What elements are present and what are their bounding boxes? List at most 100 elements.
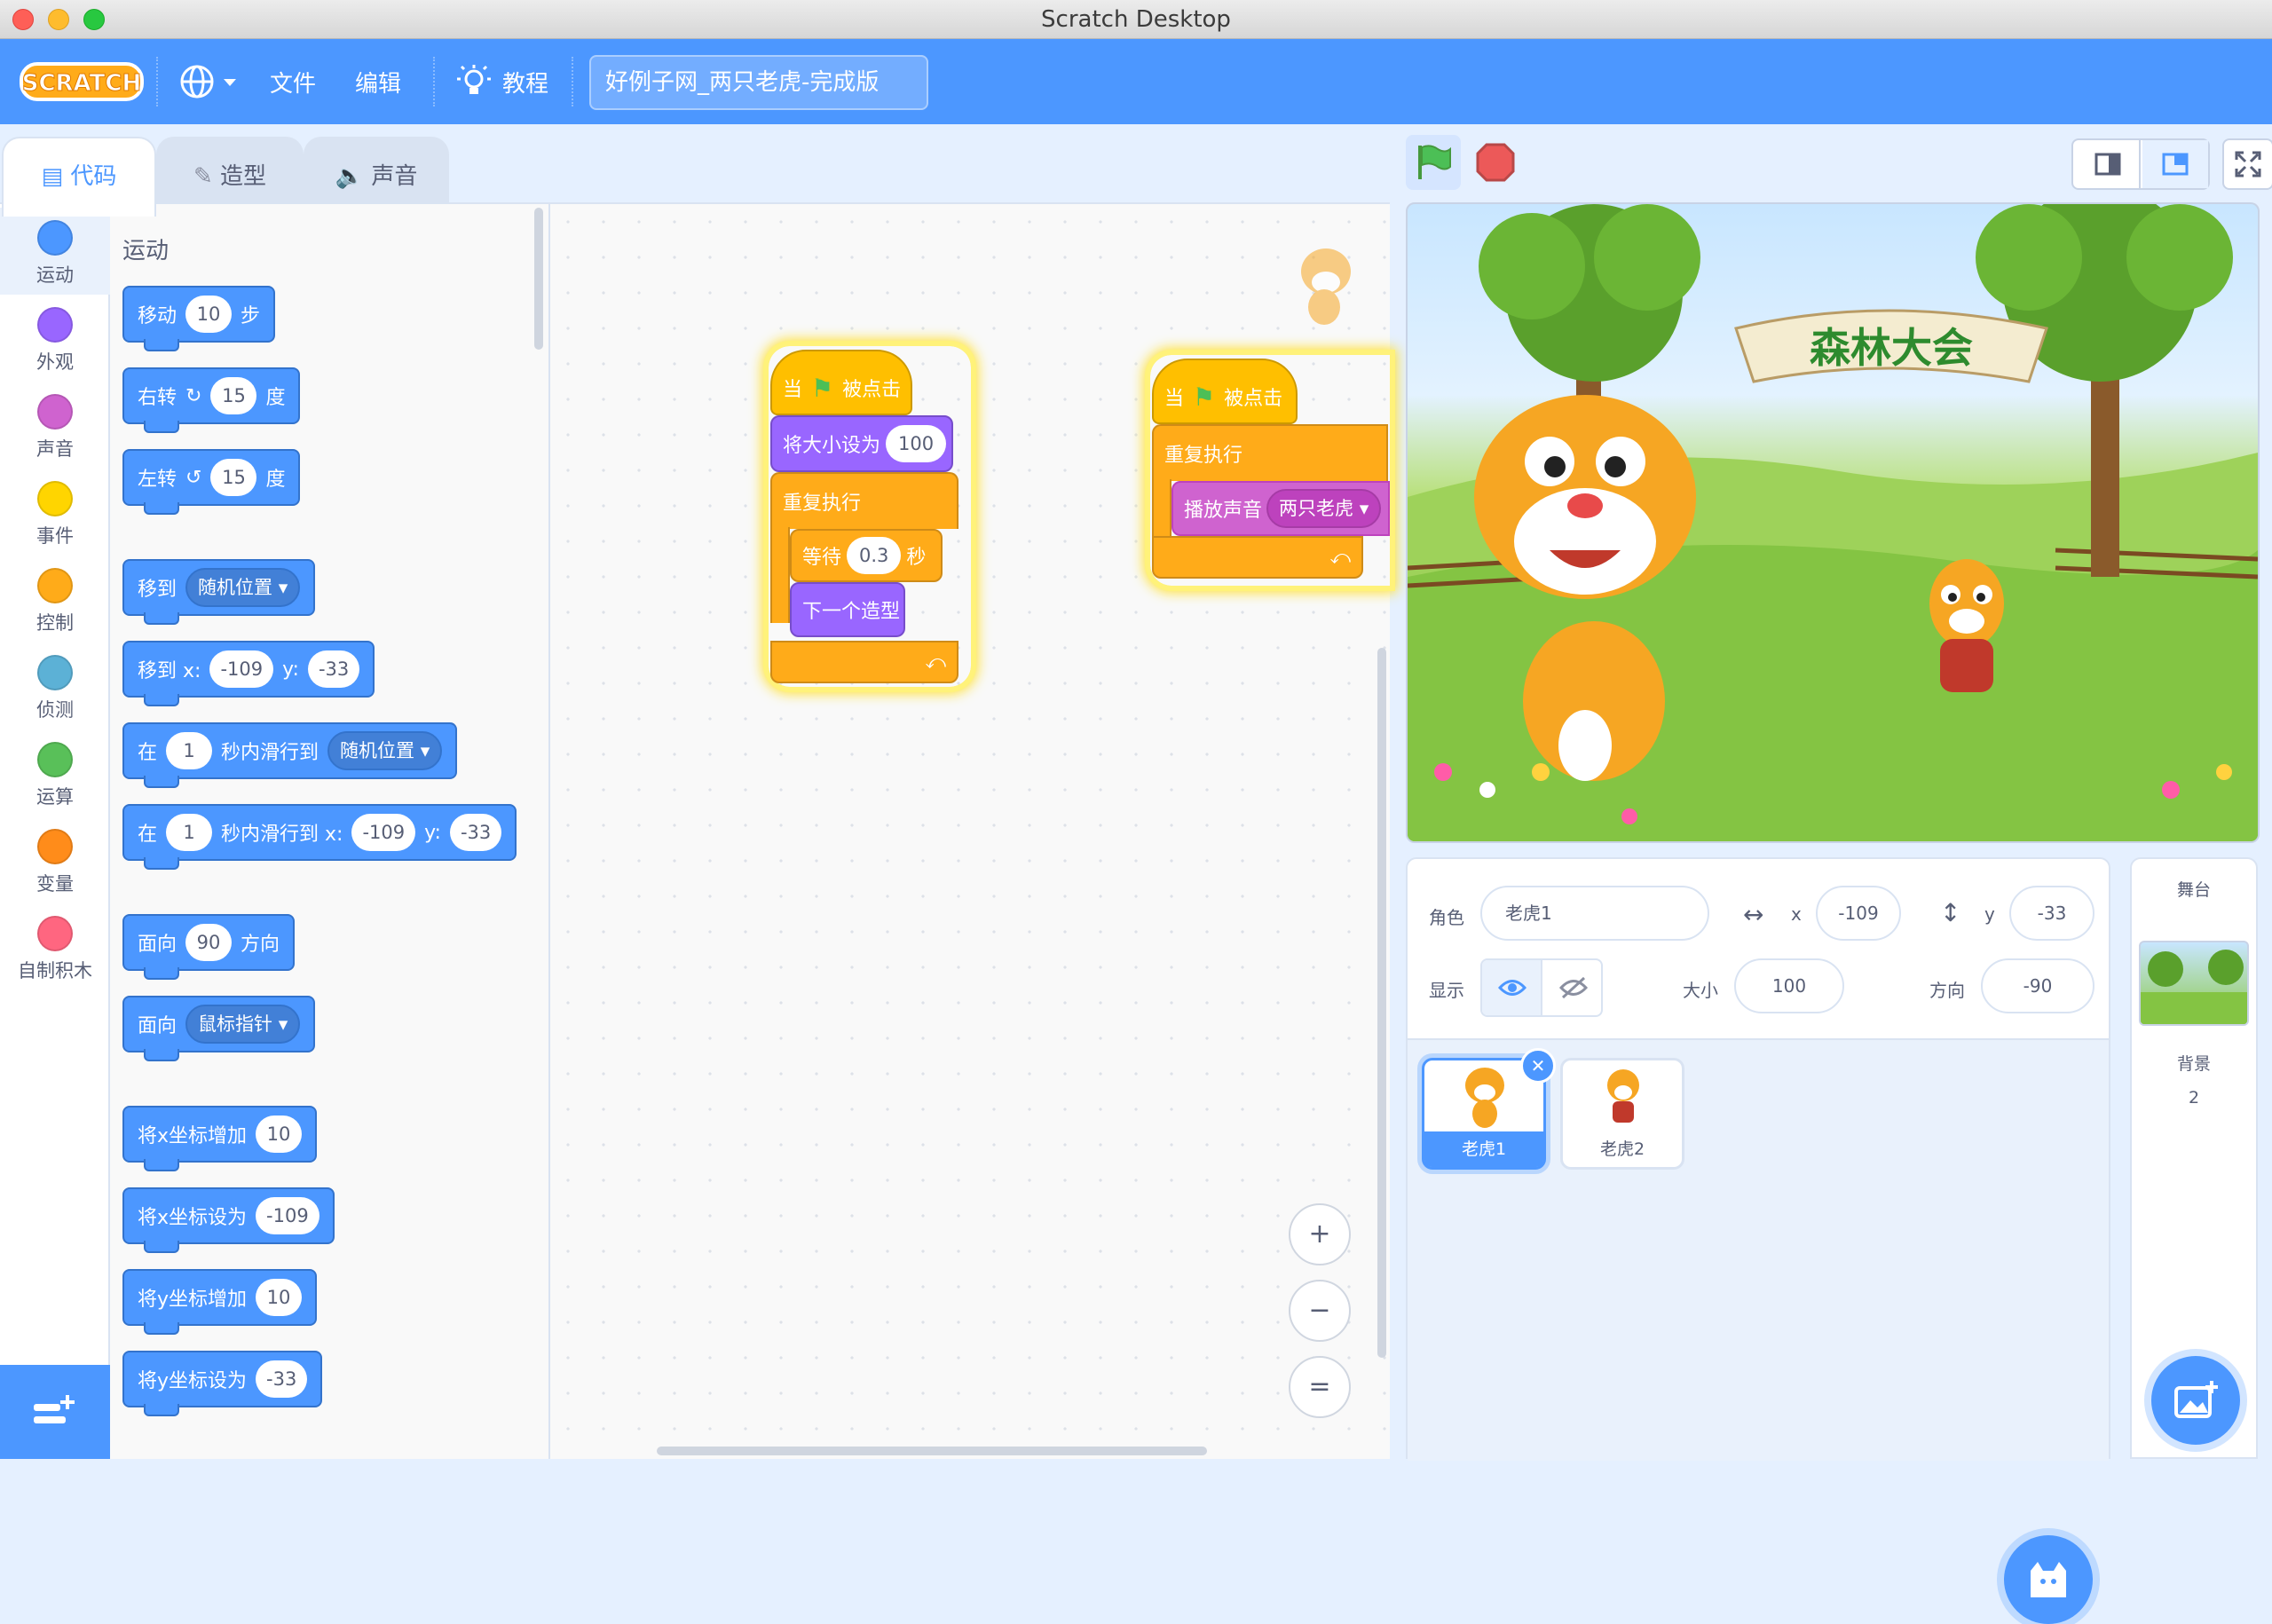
direction-input[interactable]: 90 (185, 924, 233, 961)
block-text: 面向 (138, 934, 178, 956)
script1-next-costume[interactable]: 下一个造型 (790, 582, 905, 637)
sprite-name: 老虎1 (1424, 1131, 1543, 1167)
script1-when-flag-clicked[interactable]: 当 ⚑ 被点击 (770, 350, 912, 415)
script1-wait[interactable]: 等待 0.3 秒 (790, 529, 943, 582)
scratch-logo[interactable]: SCRATCH (20, 60, 144, 103)
category-looks[interactable]: 外观 (0, 295, 110, 382)
hide-sprite-button[interactable] (1544, 960, 1603, 1015)
dx-input[interactable]: 10 (256, 1116, 303, 1153)
lightbulb-icon[interactable] (456, 64, 492, 99)
backdrop-count: 2 (2188, 1088, 2200, 1108)
category-events[interactable]: 事件 (0, 469, 110, 556)
category-my-blocks[interactable]: 自制积木 (0, 903, 110, 990)
category-operators[interactable]: 运算 (0, 729, 110, 816)
x-input[interactable]: -109 (256, 1197, 320, 1234)
y-input[interactable]: -33 (2009, 886, 2094, 941)
add-extension-button[interactable] (0, 1365, 110, 1459)
script1-set-size[interactable]: 将大小设为 100 (770, 415, 953, 472)
block-point-direction[interactable]: 面向 90 方向 (122, 914, 296, 980)
direction-input[interactable]: -90 (1981, 958, 2094, 1013)
degrees-input[interactable]: 15 (210, 459, 257, 496)
sprite-name-input[interactable]: 老虎1 (1480, 886, 1709, 941)
seconds-input[interactable]: 1 (166, 732, 213, 769)
point-target-dropdown[interactable]: 鼠标指针 (185, 1005, 301, 1044)
sprite-tile-tiger1[interactable]: 老虎1 ✕ (1422, 1048, 1556, 1170)
size-input[interactable]: 100 (1734, 958, 1844, 1013)
y-input[interactable]: -33 (256, 1360, 308, 1398)
block-point-towards[interactable]: 面向 鼠标指针 (122, 996, 316, 1061)
steps-input[interactable]: 10 (185, 296, 233, 333)
script2-forever[interactable]: 重复执行 (1152, 424, 1388, 481)
zoom-in-button[interactable]: + (1289, 1203, 1351, 1265)
sprite-tile-tiger2[interactable]: 老虎2 (1560, 1058, 1684, 1170)
block-goto-xy[interactable]: 移到 x: -109 y: -33 (122, 641, 375, 706)
code-workspace[interactable]: 当 ⚑ 被点击 将大小设为 100 重复执行 等待 0.3 秒 下一个造型 ⤺ … (550, 202, 1390, 1459)
show-sprite-button[interactable] (1482, 960, 1542, 1015)
small-stage-button[interactable] (2073, 140, 2141, 188)
zoom-out-button[interactable]: − (1289, 1280, 1351, 1342)
x-input[interactable]: -109 (1816, 886, 1901, 941)
file-menu[interactable]: 文件 (270, 66, 316, 99)
green-flag-button[interactable] (1406, 135, 1461, 190)
y-input[interactable]: -33 (307, 650, 360, 688)
fullscreen-button[interactable] (2222, 138, 2272, 190)
edit-menu[interactable]: 编辑 (355, 66, 401, 99)
size-input[interactable]: 100 (886, 425, 947, 462)
wait-seconds-input[interactable]: 0.3 (847, 537, 902, 574)
normal-stage-button[interactable] (2142, 140, 2208, 188)
operators-color-dot (37, 742, 73, 777)
project-title-input[interactable]: 好例子网_两只老虎-完成版 (589, 55, 928, 110)
block-goto[interactable]: 移到 随机位置 (122, 559, 316, 625)
script2-when-flag-clicked[interactable]: 当 ⚑ 被点击 (1152, 359, 1298, 424)
rotate-clockwise-icon: ↻ (185, 384, 202, 407)
my-blocks-color-dot (37, 916, 73, 951)
block-text: 右转 (138, 387, 178, 409)
add-sprite-button[interactable] (2004, 1535, 2093, 1624)
stop-button[interactable] (1473, 140, 1518, 185)
window-titlebar: Scratch Desktop (0, 0, 2272, 39)
tab-code-label: 代码 (70, 163, 117, 190)
tab-code[interactable]: ▤ 代码 (2, 137, 156, 217)
seconds-input[interactable]: 1 (166, 814, 213, 851)
block-change-x[interactable]: 将x坐标增加 10 (122, 1106, 318, 1171)
category-control[interactable]: 控制 (0, 556, 110, 643)
block-turn-right[interactable]: 右转 ↻ 15 度 (122, 367, 301, 433)
sound-dropdown[interactable]: 两只老虎 (1266, 489, 1382, 528)
category-motion[interactable]: 运动 (0, 208, 110, 295)
stage-selector[interactable]: 舞台 背景 2 (2130, 857, 2258, 1459)
block-move-steps[interactable]: 移动 10 步 (122, 286, 276, 351)
block-text: 度 (265, 387, 286, 409)
code-icon: ▤ (41, 163, 64, 190)
category-label: 自制积木 (18, 960, 92, 981)
workspace-vertical-scrollbar[interactable] (1377, 648, 1386, 1358)
block-set-y[interactable]: 将y坐标设为 -33 (122, 1351, 323, 1416)
workspace-horizontal-scrollbar[interactable] (657, 1447, 1207, 1455)
block-change-y[interactable]: 将y坐标增加 10 (122, 1269, 318, 1335)
delete-sprite-button[interactable]: ✕ (1520, 1048, 1556, 1084)
category-variables[interactable]: 变量 (0, 816, 110, 903)
language-globe-icon[interactable] (178, 62, 240, 101)
zoom-reset-button[interactable]: = (1289, 1356, 1351, 1418)
block-glide-xy[interactable]: 在 1 秒内滑行到 x: -109 y: -33 (122, 804, 517, 870)
category-sound[interactable]: 声音 (0, 382, 110, 469)
x-input[interactable]: -109 (351, 814, 416, 851)
dy-input[interactable]: 10 (256, 1279, 303, 1316)
tutorials-menu[interactable]: 教程 (502, 66, 548, 99)
block-glide-random[interactable]: 在 1 秒内滑行到 随机位置 (122, 722, 458, 788)
stop-sign-icon (1476, 143, 1515, 182)
goto-target-dropdown[interactable]: 随机位置 (185, 568, 301, 607)
category-sensing[interactable]: 侦测 (0, 643, 110, 729)
palette-scrollbar[interactable] (534, 208, 543, 350)
sensing-color-dot (37, 655, 73, 690)
glide-target-dropdown[interactable]: 随机位置 (327, 731, 443, 770)
x-input[interactable]: -109 (209, 650, 274, 688)
block-turn-left[interactable]: 左转 ↺ 15 度 (122, 449, 301, 515)
degrees-input[interactable]: 15 (210, 377, 257, 414)
script2-play-sound[interactable]: 播放声音 两只老虎 (1172, 481, 1390, 536)
block-set-x[interactable]: 将x坐标设为 -109 (122, 1187, 335, 1253)
script1-forever[interactable]: 重复执行 (770, 472, 958, 529)
y-input[interactable]: -33 (449, 814, 502, 851)
stage-canvas[interactable]: 森林大会 (1406, 202, 2260, 843)
eye-slash-icon (1559, 976, 1588, 999)
add-backdrop-button[interactable] (2151, 1356, 2240, 1445)
